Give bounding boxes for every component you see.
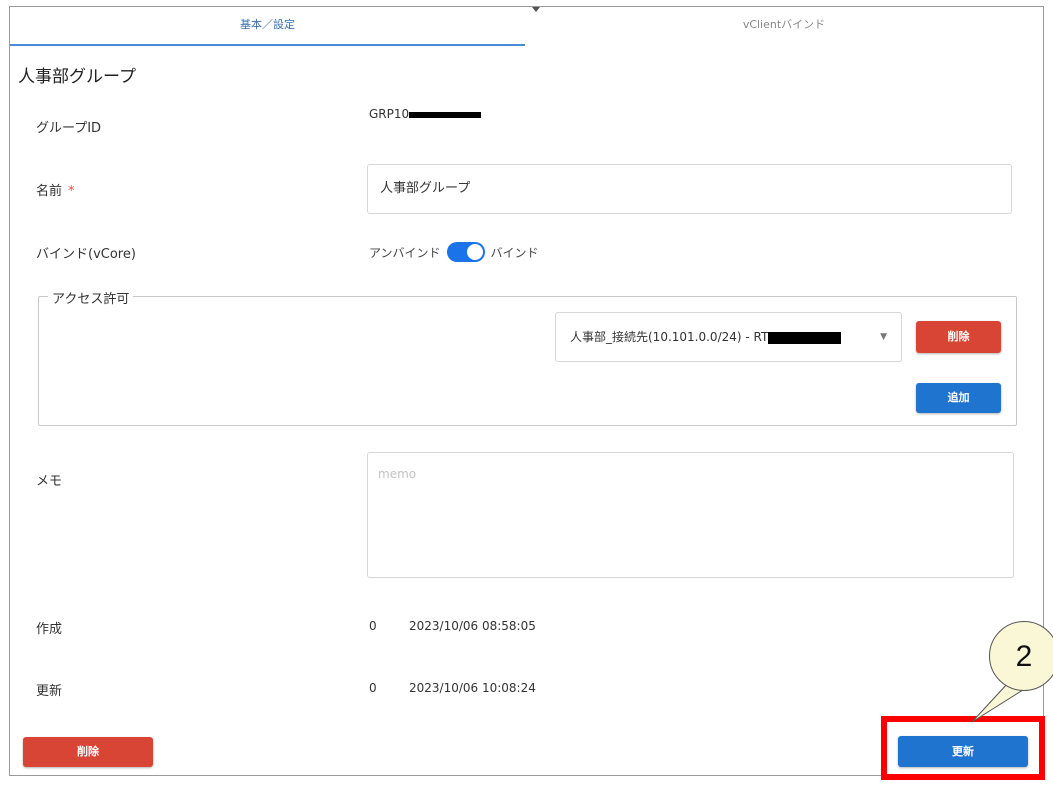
step-callout: 2	[989, 621, 1053, 691]
callout-pointer	[971, 682, 1028, 723]
